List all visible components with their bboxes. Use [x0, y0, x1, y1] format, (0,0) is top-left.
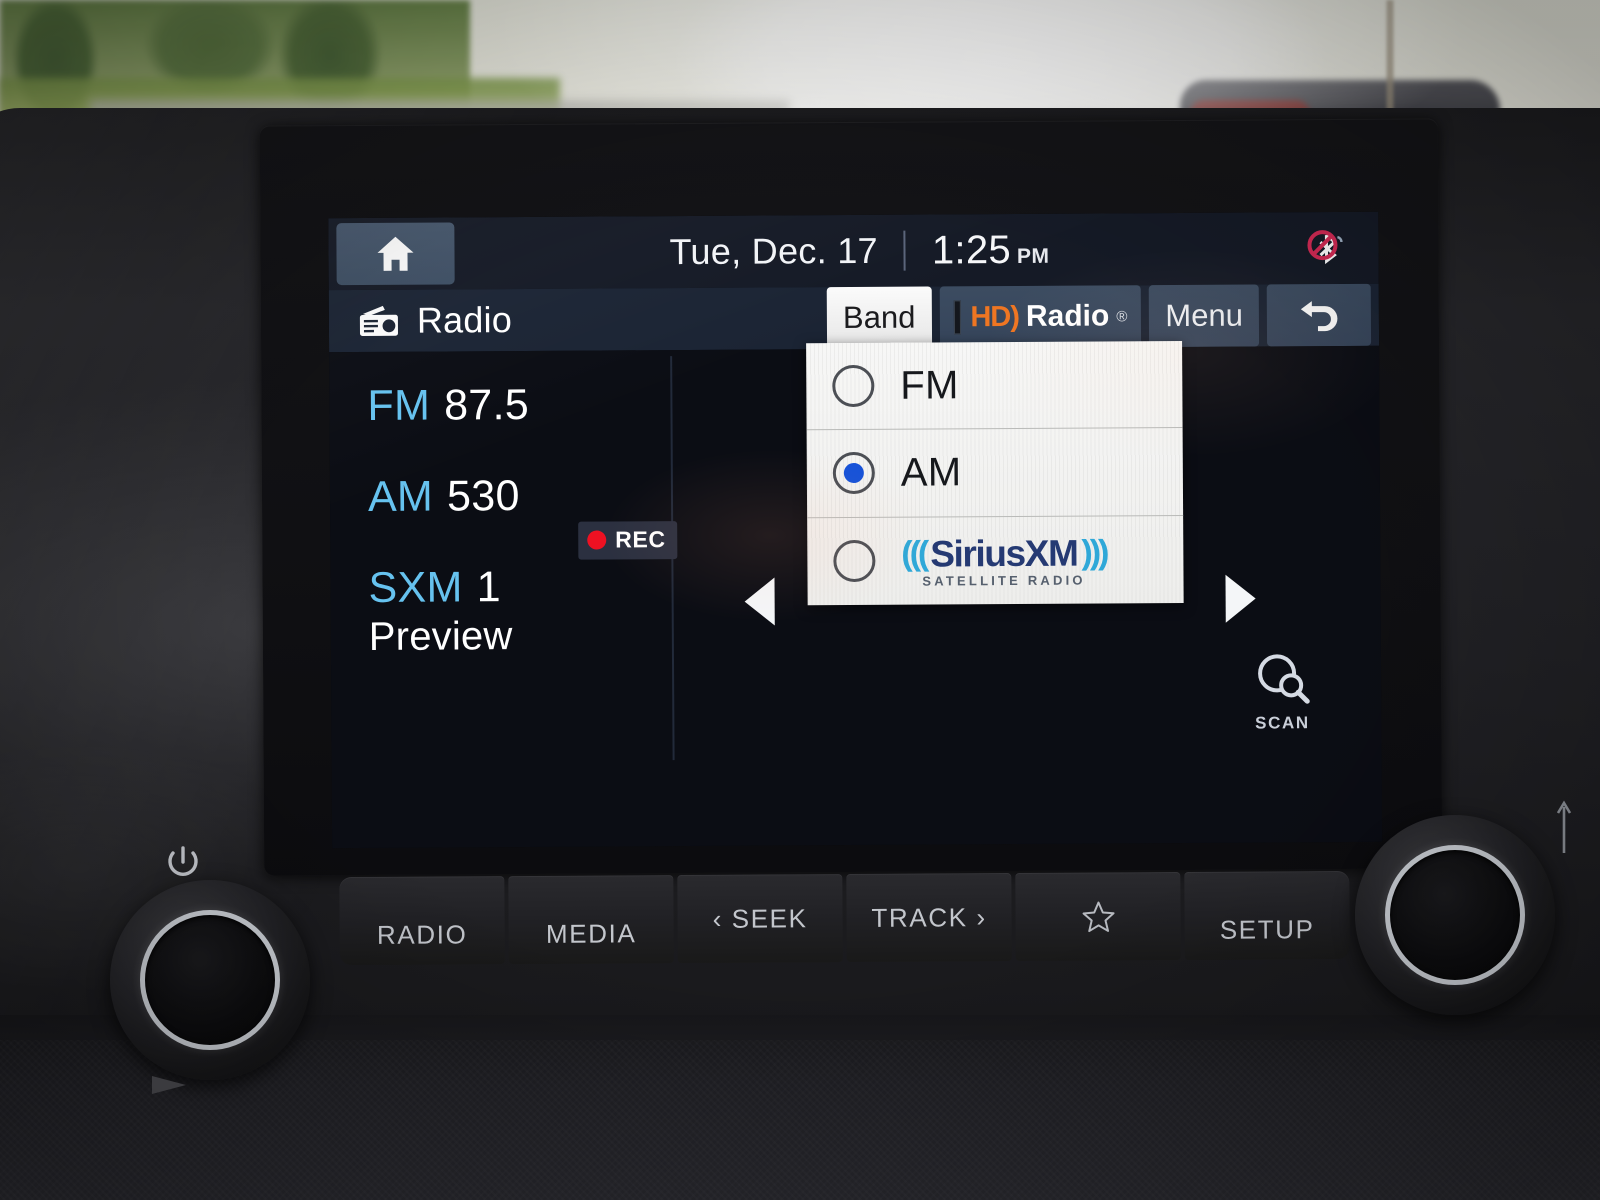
band-value: 530 [446, 472, 520, 521]
band-option-label: FM [900, 362, 959, 408]
scan-magnifier-icon [1258, 654, 1310, 704]
status-bar: Tue, Dec. 17 1:25 PM [328, 211, 1379, 291]
hw-button-favorites[interactable] [1015, 871, 1181, 962]
status-time: 1:25 [931, 227, 1012, 273]
hd-radio-logo: HD) Radio ® [970, 299, 1127, 334]
siriusxm-logo: ((( SiriusXM ))) SATELLITE RADIO [901, 532, 1106, 588]
radio-button-unselected-icon [832, 364, 875, 408]
star-icon [1082, 900, 1115, 932]
radio-button-selected-icon [832, 452, 875, 495]
hd-radio-button[interactable]: HD) Radio ® [939, 285, 1142, 349]
scan-label: SCAN [1255, 713, 1310, 733]
back-button[interactable] [1266, 283, 1372, 347]
radio-content-area: FM 87.5 AM 530 SXM 1 Preview REC FM AM (… [329, 340, 1383, 849]
knob-chrome-ring [140, 910, 280, 1050]
back-arrow-icon [1300, 301, 1338, 332]
band-option-label: SiriusXM [930, 532, 1078, 575]
volume-direction-icon [152, 1076, 186, 1094]
band-line: FM 87.5 [367, 380, 667, 431]
power-volume-knob[interactable] [110, 846, 310, 1094]
bluetooth-off-indicator [1304, 228, 1350, 268]
status-clock: 1:25 PM [932, 227, 1050, 273]
scan-button[interactable]: SCAN [1236, 649, 1329, 734]
app-title: Radio [416, 299, 513, 341]
radio-icon [359, 305, 398, 336]
hw-button-seek[interactable]: ‹ SEEK [677, 874, 843, 964]
band-line: SXM 1 [368, 562, 668, 613]
knob-body[interactable] [110, 880, 310, 1080]
touchscreen-display[interactable]: Tue, Dec. 17 1:25 PM Radio Band HD) Radi… [328, 211, 1383, 849]
power-icon [168, 846, 198, 876]
hw-button-radio[interactable]: RADIO [339, 876, 505, 966]
rec-badge: REC [578, 521, 678, 560]
band-option-am[interactable]: AM [806, 428, 1184, 518]
status-divider [903, 230, 907, 271]
radio-button-unselected-icon [833, 540, 876, 583]
band-sublabel: Preview [368, 614, 513, 659]
hd-indicator-bar [953, 300, 961, 335]
status-date: Tue, Dec. 17 [669, 229, 879, 273]
band-key: FM [367, 381, 431, 430]
previous-button[interactable] [744, 577, 775, 626]
app-bar-actions: Band HD) Radio ® Menu [826, 283, 1379, 350]
infotainment-head-unit: Tue, Dec. 17 1:25 PM Radio Band HD) Radi… [259, 118, 1443, 966]
band-option-label: AM [900, 450, 962, 495]
rec-label: REC [615, 526, 666, 553]
hd-radio-word: Radio [1025, 299, 1110, 333]
band-row-fm[interactable]: FM 87.5 [367, 380, 667, 431]
band-value: 1 [476, 563, 502, 612]
knob-body[interactable] [1355, 815, 1555, 1015]
hw-button-setup[interactable]: SETUP [1184, 870, 1350, 960]
status-ampm: PM [1016, 244, 1050, 268]
hw-button-track[interactable]: TRACK › [846, 873, 1012, 963]
app-bar: Radio Band HD) Radio ® Menu [328, 283, 1380, 353]
bluetooth-off-icon [1307, 230, 1343, 265]
band-key: SXM [368, 563, 463, 612]
menu-button[interactable]: Menu [1149, 284, 1260, 348]
status-bar-center: Tue, Dec. 17 1:25 PM [414, 226, 1304, 276]
app-title-group: Radio [357, 299, 512, 342]
right-arrow-icon [1225, 574, 1256, 623]
band-option-fm[interactable]: FM [806, 340, 1183, 431]
band-line: AM 530 [368, 471, 668, 522]
band-row-am[interactable]: AM 530 [368, 471, 668, 522]
hw-button-media[interactable]: MEDIA [508, 875, 674, 965]
rec-dot-icon [587, 530, 607, 550]
band-row-sxm[interactable]: SXM 1 Preview [368, 562, 669, 660]
radio-dot-icon [843, 463, 864, 484]
band-option-siriusxm[interactable]: ((( SiriusXM ))) SATELLITE RADIO [807, 516, 1184, 606]
home-icon [377, 236, 414, 271]
band-button[interactable]: Band [826, 286, 932, 350]
band-dropdown[interactable]: FM AM ((( SiriusXM ))) SATELLITE RADIO [806, 340, 1184, 606]
tune-arrow-icon [1556, 800, 1572, 853]
hd-radio-mark: HD) [970, 300, 1020, 333]
hd-radio-registered: ® [1116, 307, 1128, 325]
band-key: AM [367, 472, 434, 521]
band-value: 87.5 [443, 380, 530, 430]
siriusxm-wordmark: ((( SiriusXM ))) [901, 532, 1106, 575]
siriusxm-tagline: SATELLITE RADIO [922, 572, 1086, 589]
band-preset-list: FM 87.5 AM 530 SXM 1 Preview [367, 380, 669, 660]
siriusxm-wave-right-icon: ))) [1081, 533, 1107, 572]
siriusxm-wave-left-icon: ((( [901, 534, 927, 573]
left-arrow-icon [744, 577, 775, 626]
tune-knob[interactable] [1355, 800, 1572, 1015]
next-button[interactable] [1225, 574, 1256, 623]
knob-chrome-ring [1385, 845, 1525, 985]
hardware-button-strip: RADIO MEDIA ‹ SEEK TRACK › SETUP [339, 870, 1350, 966]
